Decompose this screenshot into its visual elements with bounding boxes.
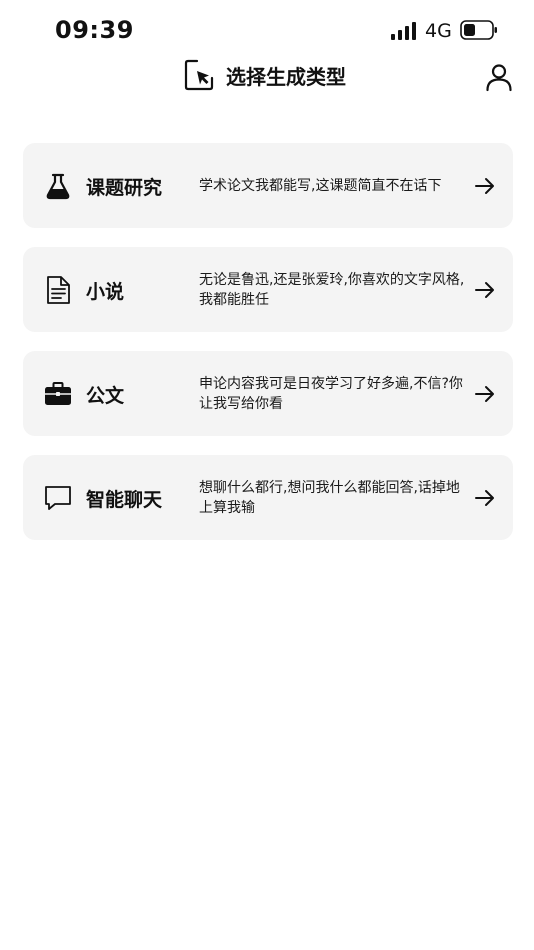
card-title: 智能聊天 bbox=[86, 489, 163, 511]
user-icon[interactable] bbox=[484, 62, 514, 92]
card-title: 课题研究 bbox=[86, 177, 163, 199]
header-title-group: 选择生成类型 bbox=[184, 58, 346, 92]
arrow-right-icon bbox=[475, 178, 494, 194]
briefcase-icon bbox=[45, 382, 71, 405]
card-title: 公文 bbox=[86, 385, 125, 407]
generation-type-list: 课题研究 学术论文我都能写,这课题简直不在话下 小说 无论是鲁迅,还是张爱玲,你… bbox=[23, 143, 513, 559]
network-type: 4G bbox=[425, 20, 452, 42]
signal-strength-icon bbox=[391, 22, 416, 40]
status-bar: 09:39 4G bbox=[0, 0, 534, 62]
flask-icon bbox=[46, 173, 70, 200]
card-smart-chat[interactable]: 智能聊天 想聊什么都行,想问我什么都能回答,话掉地上算我输 bbox=[23, 455, 513, 540]
card-research[interactable]: 课题研究 学术论文我都能写,这课题简直不在话下 bbox=[23, 143, 513, 228]
card-title: 小说 bbox=[86, 281, 125, 303]
page-title: 选择生成类型 bbox=[226, 64, 346, 89]
battery-icon bbox=[460, 20, 497, 40]
header: 选择生成类型 bbox=[0, 56, 534, 96]
card-official-document[interactable]: 公文 申论内容我可是日夜学习了好多遍,不信?你让我写给你看 bbox=[23, 351, 513, 436]
arrow-right-icon bbox=[475, 282, 494, 298]
chat-bubble-icon bbox=[45, 486, 71, 510]
arrow-right-icon bbox=[475, 490, 494, 506]
card-description: 申论内容我可是日夜学习了好多遍,不信?你让我写给你看 bbox=[199, 376, 463, 412]
card-novel[interactable]: 小说 无论是鲁迅,还是张爱玲,你喜欢的文字风格,我都能胜任 bbox=[23, 247, 513, 332]
card-description: 学术论文我都能写,这课题简直不在话下 bbox=[199, 178, 442, 194]
status-time: 09:39 bbox=[55, 16, 134, 44]
card-description: 想聊什么都行,想问我什么都能回答,话掉地上算我输 bbox=[199, 480, 460, 516]
card-description: 无论是鲁迅,还是张爱玲,你喜欢的文字风格,我都能胜任 bbox=[199, 272, 465, 308]
arrow-right-icon bbox=[475, 386, 494, 402]
cursor-select-icon bbox=[184, 59, 214, 91]
document-icon bbox=[47, 276, 70, 304]
